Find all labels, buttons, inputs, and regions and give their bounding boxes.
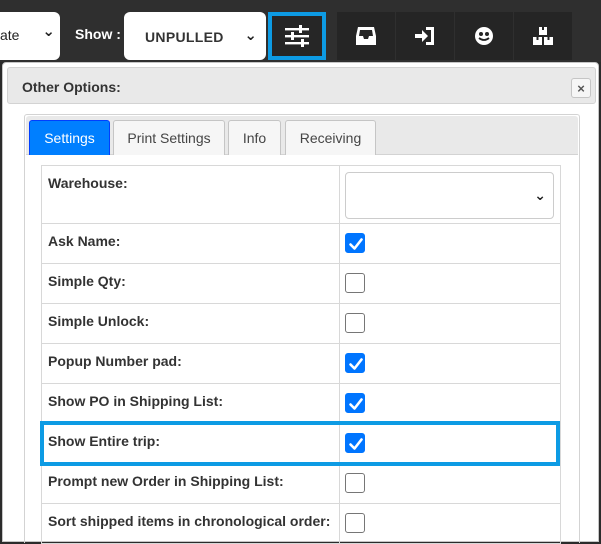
- show-entire-trip-label: Show Entire trip:: [41, 423, 340, 464]
- ask-name-label: Ask Name:: [41, 223, 340, 264]
- filter-options-button[interactable]: [268, 12, 326, 60]
- table-row: Warehouse: ⌄: [41, 165, 561, 224]
- tab-info[interactable]: Info: [228, 120, 281, 155]
- show-po-label: Show PO in Shipping List:: [41, 383, 340, 424]
- show-entire-trip-checkbox[interactable]: [345, 433, 365, 453]
- tab-receiving[interactable]: Receiving: [285, 120, 376, 155]
- table-row: Prompt new Order in Shipping List:: [41, 463, 561, 504]
- simple-qty-cell: [339, 263, 561, 304]
- simple-qty-checkbox[interactable]: [345, 273, 365, 293]
- smiley-button[interactable]: [455, 12, 513, 60]
- panel-header: Other Options: ×: [7, 67, 596, 104]
- inbox-tray-icon: [356, 27, 376, 45]
- top-toolbar: ate ⌄ Show : UNPULLED ⌄: [0, 0, 601, 62]
- checkmark-icon: [349, 358, 363, 370]
- popup-number-pad-cell: [339, 343, 561, 384]
- warehouse-label: Warehouse:: [41, 165, 340, 224]
- checkmark-icon: [349, 238, 363, 250]
- simple-qty-label: Simple Qty:: [41, 263, 340, 304]
- popup-number-pad-label: Popup Number pad:: [41, 343, 340, 384]
- ask-name-checkbox[interactable]: [345, 233, 365, 253]
- chevron-down-icon: ⌄: [534, 187, 546, 203]
- tab-settings[interactable]: Settings: [29, 120, 110, 155]
- show-select[interactable]: UNPULLED ⌄: [124, 12, 266, 60]
- chevron-down-icon: ⌄: [42, 23, 55, 40]
- sign-in-button[interactable]: [396, 12, 454, 60]
- warehouse-select[interactable]: ⌄: [345, 172, 554, 219]
- chevron-down-icon: ⌄: [244, 27, 257, 44]
- tab-print-settings[interactable]: Print Settings: [113, 120, 225, 155]
- smiley-icon: [475, 27, 493, 45]
- sort-shipped-cell: [339, 503, 561, 544]
- show-po-cell: [339, 383, 561, 424]
- simple-unlock-label: Simple Unlock:: [41, 303, 340, 344]
- show-po-checkbox[interactable]: [345, 393, 365, 413]
- show-entire-trip-cell: [339, 423, 561, 464]
- sort-shipped-label: Sort shipped items in chronological orde…: [41, 503, 340, 544]
- checkmark-icon: [349, 398, 363, 410]
- simple-unlock-checkbox[interactable]: [345, 313, 365, 333]
- date-select[interactable]: ate ⌄: [0, 12, 60, 60]
- show-label: Show :: [75, 26, 121, 42]
- settings-table: Warehouse: ⌄ Ask Name: Simple Qty: Simpl…: [41, 165, 561, 544]
- boxes-icon: [533, 27, 553, 45]
- prompt-new-order-checkbox[interactable]: [345, 473, 365, 493]
- simple-unlock-cell: [339, 303, 561, 344]
- table-row: Ask Name:: [41, 223, 561, 264]
- table-row: Show PO in Shipping List:: [41, 383, 561, 424]
- sort-shipped-checkbox[interactable]: [345, 513, 365, 533]
- date-select-value: ate: [0, 27, 20, 43]
- close-icon: ×: [577, 80, 585, 96]
- table-row: Show Entire trip:: [41, 423, 561, 464]
- show-select-value: UNPULLED: [145, 29, 224, 45]
- sign-in-icon: [415, 27, 434, 45]
- prompt-new-order-label: Prompt new Order in Shipping List:: [41, 463, 340, 504]
- table-row: Sort shipped items in chronological orde…: [41, 503, 561, 544]
- ask-name-cell: [339, 223, 561, 264]
- boxes-button[interactable]: [514, 12, 572, 60]
- warehouse-cell: ⌄: [339, 165, 561, 224]
- sliders-icon: [285, 25, 309, 47]
- popup-number-pad-checkbox[interactable]: [345, 353, 365, 373]
- table-row: Simple Qty:: [41, 263, 561, 304]
- panel-title: Other Options:: [22, 79, 121, 95]
- prompt-new-order-cell: [339, 463, 561, 504]
- table-row: Popup Number pad:: [41, 343, 561, 384]
- tab-bar: Settings Print Settings Info Receiving: [26, 116, 578, 155]
- checkmark-icon: [349, 438, 363, 450]
- inbox-button[interactable]: [337, 12, 395, 60]
- close-button[interactable]: ×: [571, 78, 591, 98]
- table-row: Simple Unlock:: [41, 303, 561, 344]
